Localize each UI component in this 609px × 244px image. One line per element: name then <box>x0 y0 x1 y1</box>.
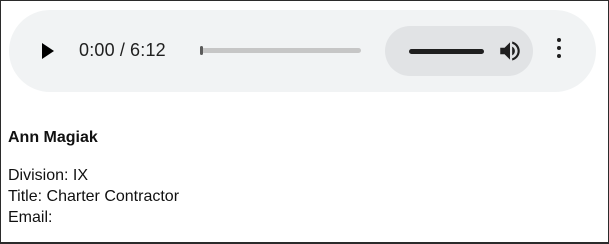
current-time: 0:00 <box>79 40 115 60</box>
audio-player: 0:00/6:12 <box>9 10 596 92</box>
time-separator: / <box>119 40 126 60</box>
more-vert-icon[interactable] <box>553 38 565 64</box>
play-icon[interactable] <box>42 43 54 59</box>
progress-thumb[interactable] <box>200 46 203 55</box>
contact-card: Ann Magiak Division: IX Title: Charter C… <box>8 129 179 228</box>
contact-name: Ann Magiak <box>8 129 98 146</box>
volume-icon[interactable] <box>497 38 523 64</box>
page-frame: 0:00/6:12 Ann Magiak Division: IX Title:… <box>0 0 609 244</box>
contact-email: Email: <box>8 209 53 226</box>
progress-slider[interactable] <box>200 46 361 55</box>
contact-division: Division: IX <box>8 167 89 184</box>
volume-control <box>385 26 533 76</box>
volume-slider[interactable] <box>409 49 484 54</box>
contact-title: Title: Charter Contractor <box>8 188 180 205</box>
time-display: 0:00/6:12 <box>79 40 166 61</box>
duration: 6:12 <box>130 40 166 60</box>
